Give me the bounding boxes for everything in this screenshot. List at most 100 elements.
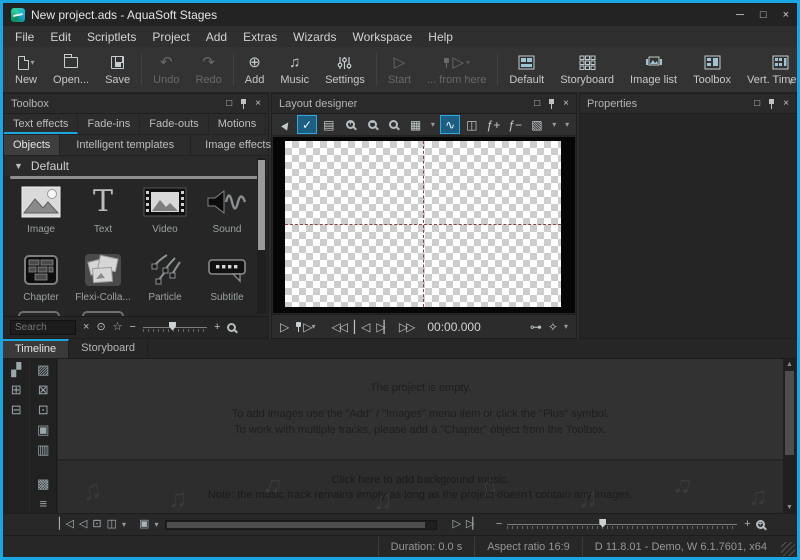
- menu-project[interactable]: Project: [144, 30, 197, 44]
- previous-button[interactable]: ▏◁: [354, 321, 368, 333]
- zoom-out-icon[interactable]: −: [362, 115, 383, 134]
- keyframe-remove-icon[interactable]: ƒ−: [505, 115, 526, 134]
- select-tool-icon[interactable]: ▶: [275, 115, 296, 134]
- pages-view-icon[interactable]: ◫: [107, 519, 115, 530]
- tab-text-effects[interactable]: Text effects: [4, 114, 78, 134]
- resize-grip[interactable]: [781, 542, 795, 556]
- scrollbar-thumb[interactable]: [167, 522, 425, 528]
- float-panel-icon[interactable]: □: [226, 99, 232, 109]
- menu-extras[interactable]: Extras: [235, 30, 285, 44]
- close-icon[interactable]: ×: [783, 9, 789, 21]
- new-button[interactable]: ▾ New: [7, 49, 45, 90]
- effects-icon[interactable]: ✧: [548, 321, 556, 333]
- rewind-button[interactable]: ◁◁: [331, 321, 345, 333]
- pin-panel-icon[interactable]: [768, 99, 775, 109]
- menu-add[interactable]: Add: [198, 30, 235, 44]
- keyframe-mode-icon[interactable]: ⊶: [530, 321, 540, 333]
- expand-tracks-icon[interactable]: ⊞: [11, 383, 22, 396]
- music-button[interactable]: ♫ Music: [272, 49, 317, 90]
- next-object-icon[interactable]: ▷: [452, 519, 458, 530]
- start-button[interactable]: ▷ Start: [380, 49, 419, 90]
- object-video[interactable]: Video: [134, 183, 196, 243]
- pin-panel-icon[interactable]: [548, 99, 555, 109]
- chevron-down-icon[interactable]: ▾: [564, 322, 568, 331]
- list-tool-icon[interactable]: ≡: [39, 497, 47, 510]
- pattern-tool-icon[interactable]: ▩: [37, 477, 49, 490]
- object-particle[interactable]: Particle: [134, 251, 196, 311]
- save-button[interactable]: Save: [97, 49, 138, 90]
- undo-button[interactable]: ↶ Undo: [145, 49, 187, 90]
- view-options-icon[interactable]: ▧: [527, 115, 548, 134]
- timeline-zoom-slider[interactable]: [507, 519, 737, 531]
- grid-options-caret-icon[interactable]: ▾: [427, 115, 439, 134]
- copy-object-icon[interactable]: ▥: [37, 443, 49, 456]
- fit-view-icon[interactable]: ⊡: [92, 519, 99, 530]
- timeline-empty-area[interactable]: The project is empty. To add images use …: [58, 359, 783, 459]
- arrange-tracks-icon[interactable]: ▞: [11, 363, 21, 376]
- toolbar-overflow-icon[interactable]: ▾: [561, 115, 573, 134]
- object-chapter[interactable]: Chapter: [10, 251, 72, 311]
- collapse-tracks-icon[interactable]: ⊟: [11, 403, 22, 416]
- music-track-area[interactable]: ♫ ♫ ♫ ♫ ♫ ♫ ♫ ♫ Click here to add backgr…: [58, 460, 783, 513]
- previous-object-icon[interactable]: ◁: [79, 519, 85, 530]
- motion-path-icon[interactable]: ∿: [440, 115, 461, 134]
- tab-fade-outs[interactable]: Fade-outs: [140, 114, 209, 134]
- keyframe-add-icon[interactable]: ƒ+: [483, 115, 504, 134]
- transparent-canvas[interactable]: [285, 141, 561, 307]
- timeline-vertical-scrollbar[interactable]: ▲ ▼: [783, 359, 796, 513]
- skip-to-end-icon[interactable]: ▷▏: [466, 519, 479, 530]
- eye-icon[interactable]: ⊙: [96, 322, 105, 333]
- export-object-icon[interactable]: ⊡: [38, 403, 49, 416]
- skip-to-start-icon[interactable]: ▏◁: [59, 519, 72, 530]
- redo-button[interactable]: ↷ Redo: [187, 49, 229, 90]
- play-from-here-button[interactable]: ▷ ▾: [295, 321, 315, 333]
- scrollbar-thumb[interactable]: [258, 160, 265, 250]
- scrollbar-thumb[interactable]: [785, 371, 794, 455]
- forward-button[interactable]: ▷▷: [399, 321, 413, 333]
- preview-magnifier-icon[interactable]: [227, 323, 236, 332]
- close-panel-icon[interactable]: ×: [563, 99, 569, 109]
- canvas-area[interactable]: [273, 137, 575, 313]
- zoom-out-timeline-icon[interactable]: −: [496, 519, 500, 530]
- timeline-horizontal-scrollbar[interactable]: [165, 520, 437, 530]
- object-image[interactable]: Image: [10, 183, 72, 243]
- start-from-here-button[interactable]: ▷ ▾ ... from here: [419, 49, 494, 90]
- thumbnail-size-slider[interactable]: [143, 322, 207, 334]
- open-button[interactable]: Open...: [45, 49, 97, 90]
- object-subtitle[interactable]: Subtitle: [196, 251, 258, 311]
- object-text[interactable]: T Text: [72, 183, 134, 243]
- zoom-fit-icon[interactable]: [384, 115, 405, 134]
- workspace-storyboard-button[interactable]: Storyboard: [552, 49, 622, 90]
- toolbar-overflow-icon[interactable]: ▾: [788, 77, 793, 88]
- add-button[interactable]: ⊕ Add: [237, 49, 273, 90]
- grid-icon[interactable]: ▦: [405, 115, 426, 134]
- workspace-image-list-button[interactable]: Image list: [622, 49, 685, 90]
- workspace-toolbox-button[interactable]: Toolbox: [685, 49, 739, 90]
- menu-scriptlets[interactable]: Scriptlets: [79, 30, 144, 44]
- chevron-down-icon[interactable]: ▾: [31, 59, 35, 67]
- tab-timeline[interactable]: Timeline: [3, 339, 69, 358]
- next-button[interactable]: ▷▏: [376, 321, 390, 333]
- zoom-out-small-icon[interactable]: −: [130, 322, 136, 333]
- delete-object-icon[interactable]: ⊠: [38, 383, 49, 396]
- snap-tool-icon[interactable]: ✓: [297, 115, 318, 134]
- minimize-icon[interactable]: ─: [736, 9, 744, 21]
- zoom-in-small-icon[interactable]: +: [214, 322, 220, 333]
- zoom-in-icon[interactable]: +: [340, 115, 361, 134]
- settings-button[interactable]: Settings: [317, 49, 373, 90]
- menu-help[interactable]: Help: [420, 30, 461, 44]
- workspace-default-button[interactable]: Default: [501, 49, 552, 90]
- toolbox-scrollbar[interactable]: [257, 158, 266, 314]
- search-input[interactable]: [10, 320, 76, 335]
- zoom-in-timeline-icon[interactable]: +: [744, 519, 748, 530]
- float-panel-icon[interactable]: □: [754, 99, 760, 109]
- play-button[interactable]: ▷: [280, 321, 287, 333]
- close-panel-icon[interactable]: ×: [255, 99, 261, 109]
- razor-tool-icon[interactable]: ▨: [37, 363, 49, 376]
- menu-file[interactable]: File: [7, 30, 42, 44]
- clear-search-icon[interactable]: ×: [83, 322, 89, 333]
- camera-pan-icon[interactable]: ◫: [461, 115, 482, 134]
- maximize-icon[interactable]: □: [760, 9, 767, 21]
- tab-storyboard[interactable]: Storyboard: [69, 339, 148, 358]
- close-panel-icon[interactable]: ×: [783, 99, 789, 109]
